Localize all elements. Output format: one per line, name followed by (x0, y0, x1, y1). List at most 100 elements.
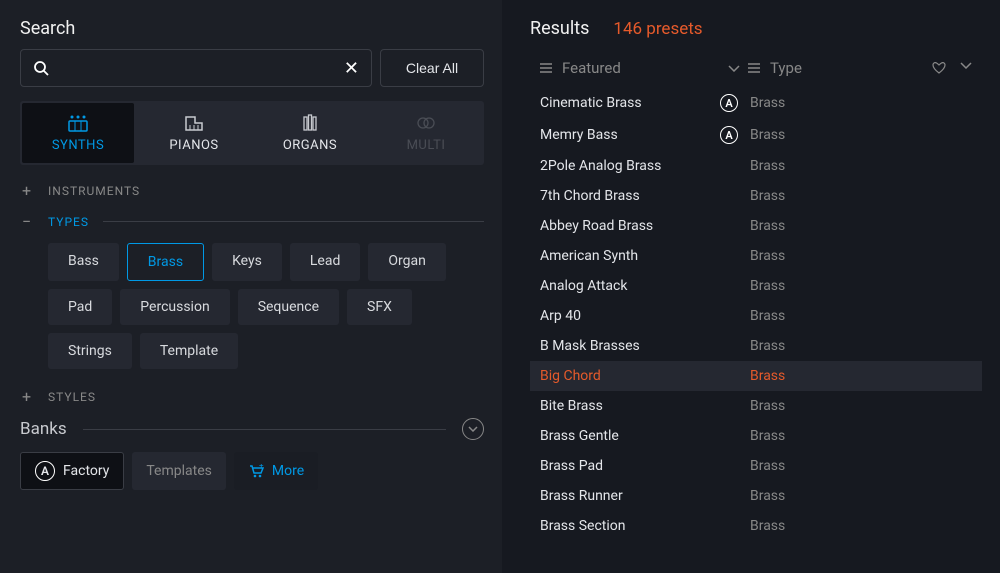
results-title: Results (530, 18, 589, 39)
type-chip[interactable]: Template (140, 333, 238, 369)
type-chip[interactable]: Strings (48, 333, 132, 369)
category-synths[interactable]: SYNTHS (22, 103, 134, 163)
arturia-icon: A (720, 94, 738, 112)
category-label: ORGANS (283, 138, 337, 153)
preset-type: Brass (750, 218, 785, 234)
preset-type: Brass (750, 308, 785, 324)
preset-name: Memry Bass (540, 127, 720, 143)
preset-row[interactable]: Abbey Road Brass Brass (530, 211, 982, 241)
preset-row[interactable]: Brass PadBrass (530, 451, 982, 481)
expand-icon[interactable]: + (20, 387, 34, 406)
piano-icon (183, 114, 205, 132)
preset-row[interactable]: B Mask Brasses Brass (530, 331, 982, 361)
preset-name: Big Chord (540, 368, 720, 384)
preset-row[interactable]: Bite BrassBrass (530, 391, 982, 421)
heart-icon[interactable] (932, 62, 946, 74)
bank-label: Factory (63, 463, 109, 479)
search-box[interactable]: ✕ (20, 49, 372, 87)
preset-type: Brass (750, 248, 785, 264)
arturia-icon: A (720, 126, 738, 144)
preset-row[interactable]: Brass Runner Brass (530, 481, 982, 511)
bank-templates[interactable]: Templates (132, 452, 226, 490)
search-panel: Search ✕ Clear All SYNTHS PIANOS (0, 0, 502, 573)
preset-row[interactable]: Arp 40 Brass (530, 301, 982, 331)
banks-title: Banks (20, 419, 67, 439)
type-chip[interactable]: SFX (347, 289, 412, 325)
bank-label: More (272, 463, 304, 479)
list-icon (748, 63, 760, 73)
chevron-down-icon[interactable] (728, 65, 740, 72)
bank-more[interactable]: + More (234, 452, 318, 490)
chevron-down-icon[interactable] (462, 418, 484, 440)
preset-row[interactable]: Big ChordBrass (530, 361, 982, 391)
preset-row[interactable]: Brass SectionBrass (530, 511, 982, 541)
sort-label: Type (770, 59, 802, 77)
search-title: Search (20, 18, 484, 39)
preset-type: Brass (750, 488, 785, 504)
preset-list: Cinematic BrassABrassMemry BassABrass2Po… (530, 87, 982, 541)
sort-icons (932, 62, 972, 74)
section-label: STYLES (48, 390, 96, 404)
category-row: SYNTHS PIANOS ORGANS MULTI (20, 101, 484, 165)
search-input[interactable] (57, 60, 344, 76)
multi-icon (415, 114, 437, 132)
sort-featured[interactable]: Featured (540, 59, 740, 77)
preset-row[interactable]: Memry BassA Brass (530, 119, 982, 151)
preset-name: B Mask Brasses (540, 338, 720, 354)
preset-name: Brass Runner (540, 488, 720, 504)
search-row: ✕ Clear All (20, 49, 484, 87)
arturia-icon: A (35, 461, 55, 481)
category-organs[interactable]: ORGANS (254, 103, 366, 163)
expand-icon[interactable]: + (20, 181, 34, 200)
preset-type: Brass (750, 428, 785, 444)
type-chip[interactable]: Keys (212, 243, 282, 281)
bank-factory[interactable]: A Factory (20, 452, 124, 490)
preset-name: 2Pole Analog Brass (540, 158, 720, 174)
preset-row[interactable]: Brass Gentle Brass (530, 421, 982, 451)
section-types: − TYPES (20, 212, 484, 231)
collapse-icon[interactable]: − (20, 212, 34, 231)
bank-row: A Factory Templates + More (20, 452, 484, 490)
chevron-down-icon[interactable] (960, 62, 972, 74)
preset-row[interactable]: Analog AttackBrass (530, 271, 982, 301)
category-label: MULTI (407, 138, 446, 153)
category-pianos[interactable]: PIANOS (138, 103, 250, 163)
preset-name: Analog Attack (540, 278, 720, 294)
preset-row[interactable]: Cinematic BrassABrass (530, 87, 982, 119)
preset-type: Brass (750, 95, 785, 111)
preset-row[interactable]: 2Pole Analog Brass Brass (530, 151, 982, 181)
type-chip[interactable]: Pad (48, 289, 112, 325)
results-panel: Results 146 presets Featured Type (502, 0, 1000, 573)
preset-type: Brass (750, 158, 785, 174)
preset-type: Brass (750, 127, 785, 143)
type-chip[interactable]: Organ (368, 243, 445, 281)
type-chip[interactable]: Sequence (238, 289, 339, 325)
preset-row[interactable]: 7th Chord BrassBrass (530, 181, 982, 211)
preset-badge: A (720, 94, 750, 112)
category-label: SYNTHS (52, 138, 104, 153)
preset-name: American Synth (540, 248, 720, 264)
close-icon[interactable]: ✕ (344, 58, 359, 79)
type-chip[interactable]: Brass (127, 243, 204, 281)
type-chip[interactable]: Bass (48, 243, 119, 281)
preset-row[interactable]: American Synth Brass (530, 241, 982, 271)
type-chip[interactable]: Lead (290, 243, 360, 281)
section-styles: + STYLES (20, 387, 484, 406)
preset-type: Brass (750, 338, 785, 354)
sort-type[interactable]: Type (748, 59, 972, 77)
category-multi[interactable]: MULTI (370, 103, 482, 163)
clear-all-button[interactable]: Clear All (380, 49, 484, 87)
preset-type: Brass (750, 398, 785, 414)
preset-name: Arp 40 (540, 308, 720, 324)
list-icon (540, 63, 552, 73)
organs-icon (299, 114, 321, 132)
sort-label: Featured (562, 59, 621, 77)
preset-name: Brass Gentle (540, 428, 720, 444)
sort-row: Featured Type (530, 53, 982, 83)
results-header: Results 146 presets (530, 18, 982, 39)
banks-header: Banks (20, 418, 484, 440)
section-instruments: + INSTRUMENTS (20, 181, 484, 200)
type-chip[interactable]: Percussion (120, 289, 229, 325)
preset-name: Brass Section (540, 518, 720, 534)
preset-name: Abbey Road Brass (540, 218, 720, 234)
